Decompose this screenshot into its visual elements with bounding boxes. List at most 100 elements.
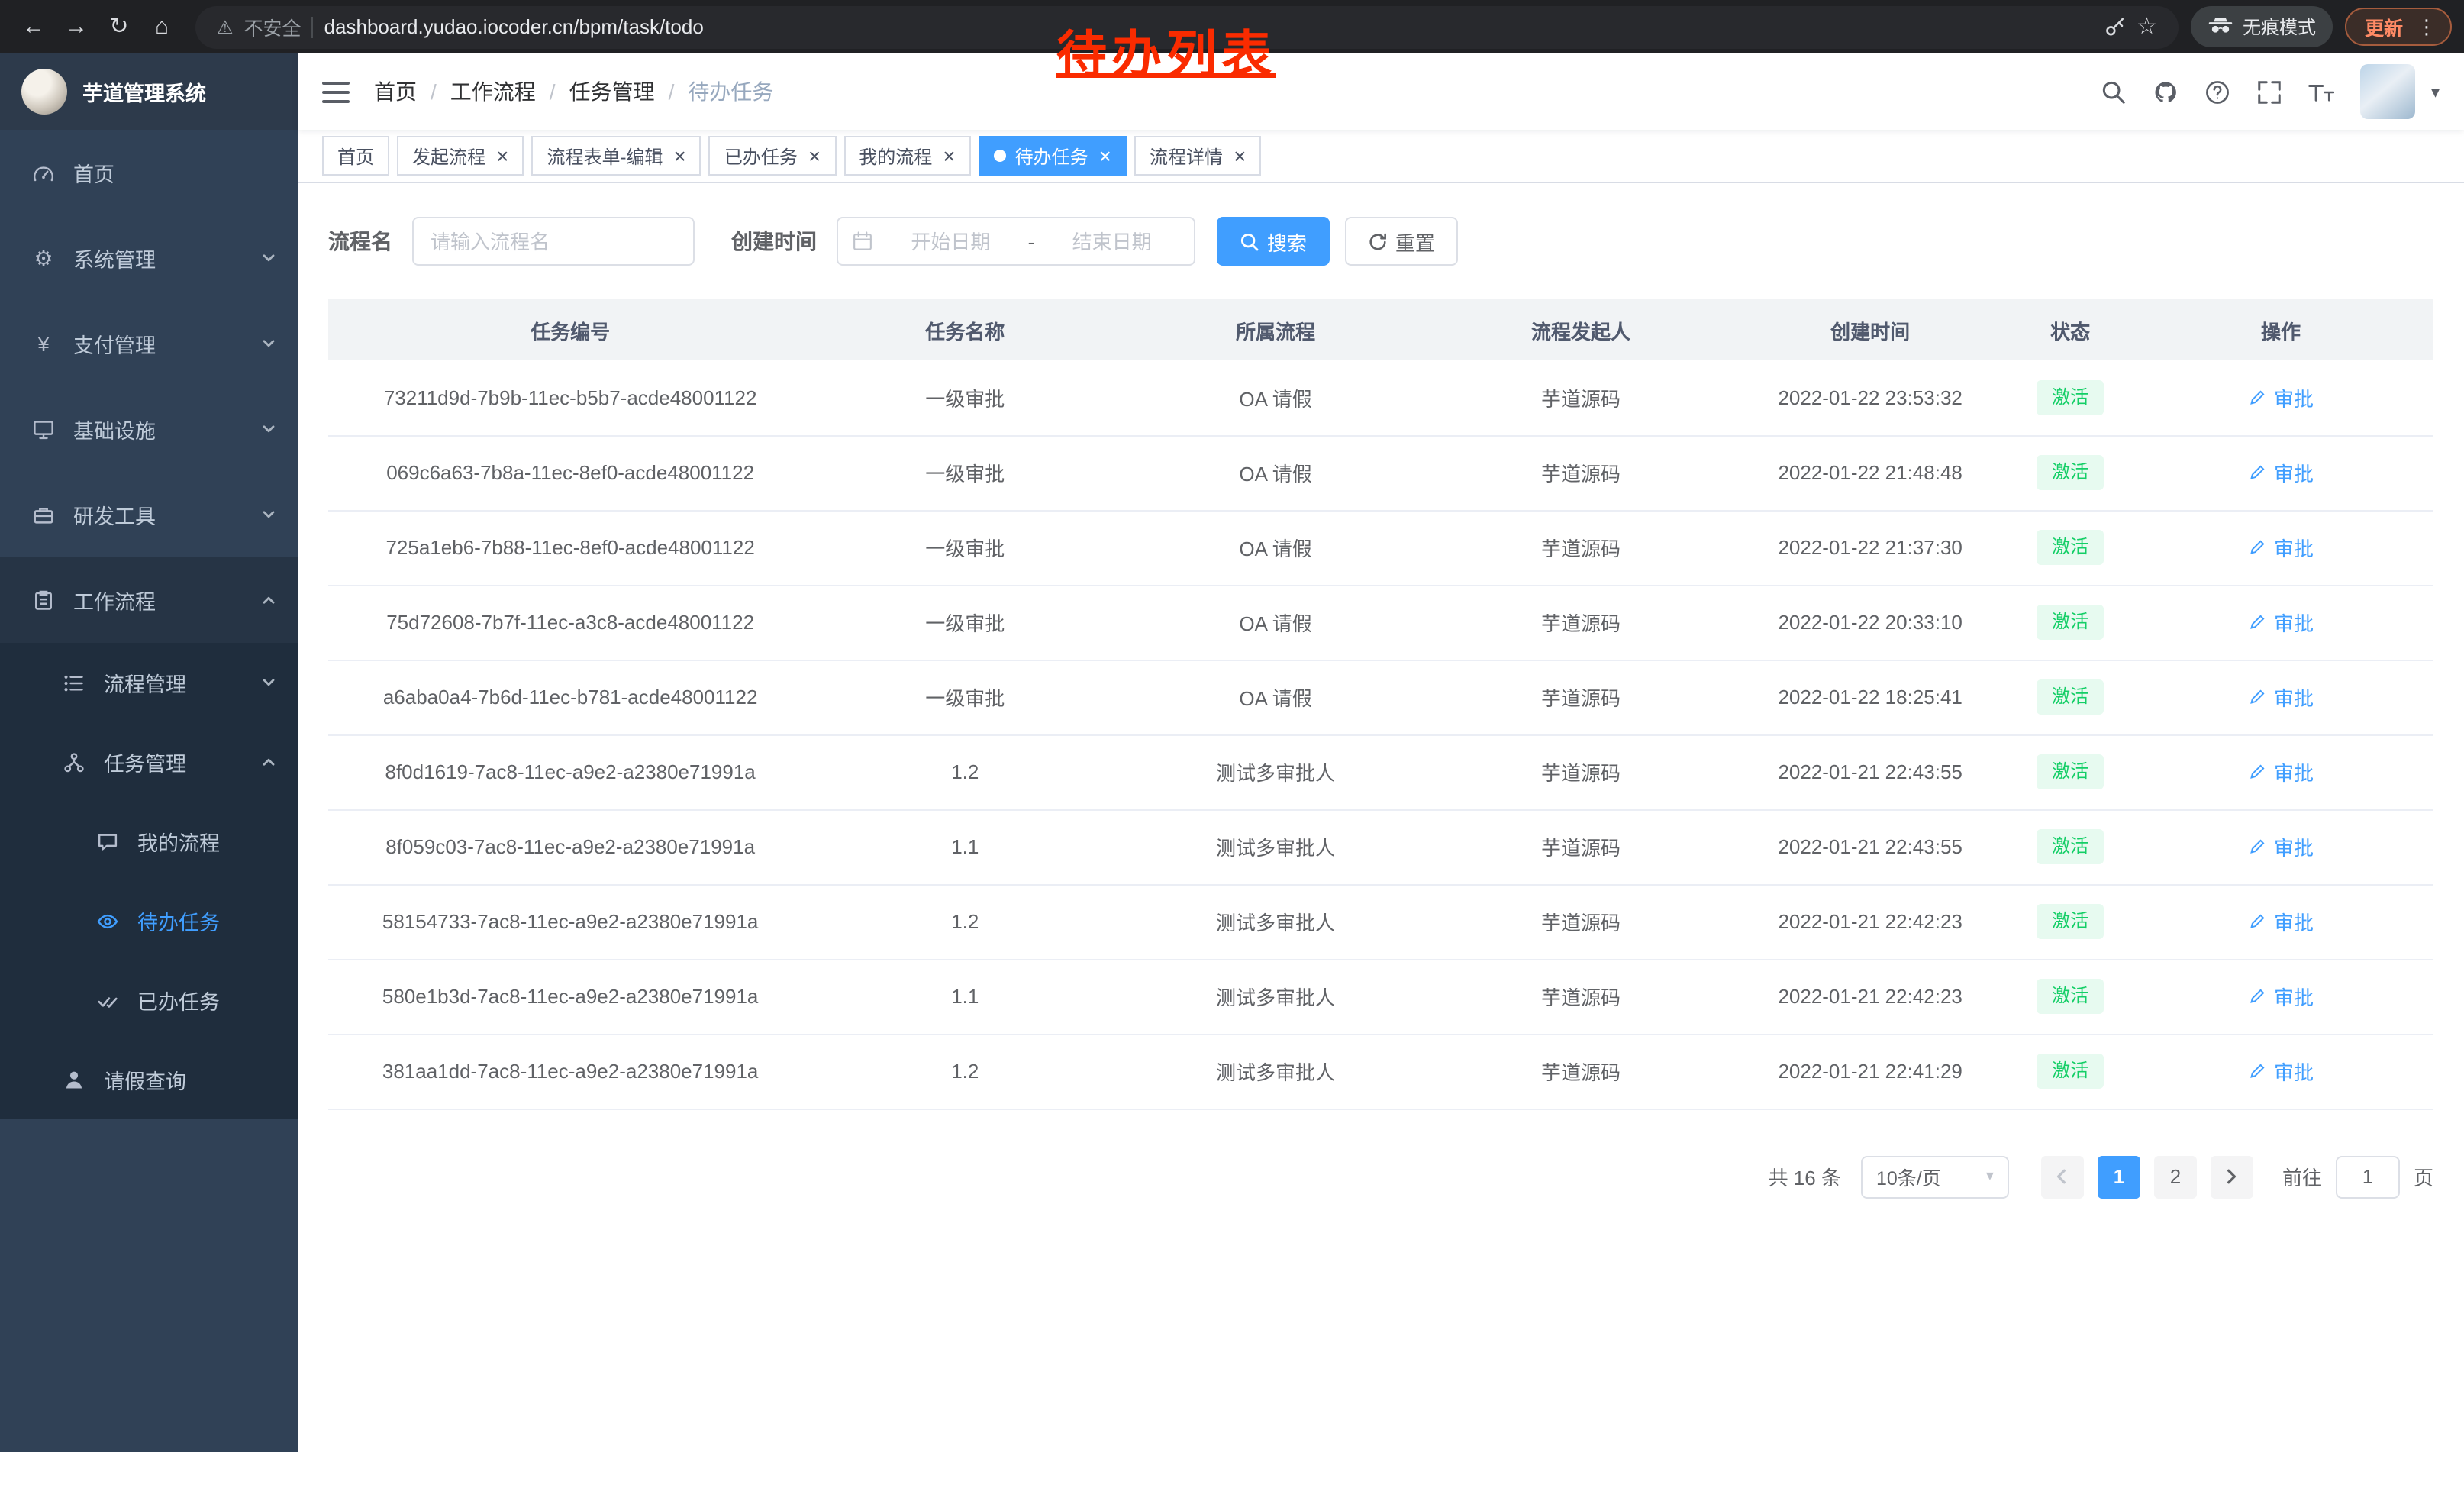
cell-starter: 芋道源码 <box>1434 660 1728 734</box>
col-status: 状态 <box>2012 299 2128 360</box>
main-panel: 首页 / 工作流程 / 任务管理 / 待办任务 <box>298 53 2464 1452</box>
edit-icon <box>2248 837 2268 857</box>
approve-link[interactable]: 审批 <box>2248 533 2314 562</box>
browser-back-icon[interactable]: ← <box>12 0 55 53</box>
breadcrumb-workflow[interactable]: 工作流程 <box>450 76 536 107</box>
avatar-caret-icon[interactable]: ▾ <box>2431 82 2440 102</box>
sidebar-item-task-mgmt[interactable]: 任务管理 <box>0 722 298 802</box>
reset-button[interactable]: 重置 <box>1345 217 1458 266</box>
table-row: 580e1b3d-7ac8-11ec-a9e2-a2380e71991a1.1测… <box>328 959 2433 1034</box>
cell-create-time: 2022-01-22 21:48:48 <box>1728 435 2012 510</box>
sidebar-item-payment[interactable]: ¥ 支付管理 <box>0 301 298 386</box>
sidebar-item-infra[interactable]: 基础设施 <box>0 386 298 472</box>
task-table-body: 73211d9d-7b9b-11ec-b5b7-acde48001122一级审批… <box>328 360 2433 1109</box>
end-date-input[interactable] <box>1043 230 1180 253</box>
browser-reload-icon[interactable]: ↻ <box>98 0 140 53</box>
sidebar-item-home[interactable]: 首页 <box>0 130 298 215</box>
app-window: 芋道管理系统 首页 ⚙ 系统管理 ¥ 支付管理 <box>0 53 2464 1452</box>
cell-starter: 芋道源码 <box>1434 884 1728 959</box>
sidebar-toggle-icon[interactable] <box>322 80 350 103</box>
cell-task-name: 一级审批 <box>812 585 1118 660</box>
process-name-input[interactable] <box>412 217 695 266</box>
breadcrumb-separator: / <box>550 79 556 104</box>
approve-link[interactable]: 审批 <box>2248 458 2314 487</box>
approve-link[interactable]: 审批 <box>2248 757 2314 786</box>
process-name-label: 流程名 <box>328 226 392 257</box>
menu-label: 系统管理 <box>73 243 261 273</box>
cell-action: 审批 <box>2128 585 2433 660</box>
approve-link[interactable]: 审批 <box>2248 683 2314 712</box>
cell-task-id: a6aba0a4-7b6d-11ec-b781-acde48001122 <box>328 660 812 734</box>
tab-close-icon[interactable]: × <box>496 148 508 163</box>
tab-item-0[interactable]: 首页 <box>322 136 389 176</box>
tab-close-icon[interactable]: × <box>1234 148 1246 163</box>
breadcrumb-task-mgmt[interactable]: 任务管理 <box>569 76 655 107</box>
approve-link[interactable]: 审批 <box>2248 982 2314 1011</box>
menu-label: 研发工具 <box>73 499 261 530</box>
chevron-down-icon <box>261 507 276 522</box>
sidebar-item-leave-query[interactable]: 请假查询 <box>0 1040 298 1119</box>
browser-forward-icon[interactable]: → <box>55 0 98 53</box>
table-row: 75d72608-7b7f-11ec-a3c8-acde48001122一级审批… <box>328 585 2433 660</box>
page-number-1[interactable]: 1 <box>2098 1155 2140 1198</box>
tab-item-6[interactable]: 流程详情× <box>1134 136 1261 176</box>
tab-item-1[interactable]: 发起流程× <box>397 136 524 176</box>
tab-close-icon[interactable]: × <box>943 148 955 163</box>
tab-item-5[interactable]: 待办任务× <box>979 136 1127 176</box>
prev-page-button[interactable] <box>2041 1155 2084 1198</box>
breadcrumb-home[interactable]: 首页 <box>374 76 417 107</box>
date-range-picker[interactable]: - <box>837 217 1195 266</box>
cell-process: 测试多审批人 <box>1118 959 1434 1034</box>
menu-label: 任务管理 <box>104 747 261 777</box>
workflow-submenu: 流程管理 任务管理 我的流程 <box>0 643 298 1119</box>
cell-create-time: 2022-01-21 22:43:55 <box>1728 734 2012 809</box>
browser-home-icon[interactable]: ⌂ <box>140 0 183 53</box>
github-icon[interactable] <box>2153 79 2179 105</box>
tab-close-icon[interactable]: × <box>1099 148 1111 163</box>
next-page-button[interactable] <box>2211 1155 2253 1198</box>
sidebar-item-done-task[interactable]: 已办任务 <box>0 960 298 1040</box>
sidebar-item-devtools[interactable]: 研发工具 <box>0 472 298 557</box>
status-badge: 激活 <box>2037 605 2104 640</box>
search-button[interactable]: 搜索 <box>1217 217 1330 266</box>
sidebar-item-todo-task[interactable]: 待办任务 <box>0 881 298 960</box>
cell-status: 激活 <box>2012 585 2128 660</box>
font-size-icon[interactable] <box>2309 79 2335 105</box>
sidebar-item-system[interactable]: ⚙ 系统管理 <box>0 215 298 301</box>
sidebar-item-my-process[interactable]: 我的流程 <box>0 802 298 881</box>
approve-label: 审批 <box>2274 533 2314 562</box>
user-avatar[interactable] <box>2361 64 2416 119</box>
fullscreen-icon[interactable] <box>2257 79 2283 105</box>
menu-label: 流程管理 <box>104 667 261 698</box>
bookmark-star-icon[interactable]: ☆ <box>2137 15 2157 38</box>
tab-item-3[interactable]: 已办任务× <box>709 136 836 176</box>
approve-link[interactable]: 审批 <box>2248 832 2314 861</box>
browser-update-button[interactable]: 更新 ⋮ <box>2345 8 2452 46</box>
sidebar-item-workflow[interactable]: 工作流程 <box>0 557 298 643</box>
help-icon[interactable] <box>2205 79 2231 105</box>
tab-item-4[interactable]: 我的流程× <box>843 136 970 176</box>
page-number-2[interactable]: 2 <box>2154 1155 2197 1198</box>
cell-starter: 芋道源码 <box>1434 959 1728 1034</box>
cell-starter: 芋道源码 <box>1434 1034 1728 1109</box>
goto-page-input[interactable] <box>2336 1155 2400 1198</box>
cell-action: 审批 <box>2128 660 2433 734</box>
browser-menu-icon[interactable]: ⋮ <box>2417 15 2437 39</box>
search-icon[interactable] <box>2101 79 2127 105</box>
approve-link[interactable]: 审批 <box>2248 1057 2314 1086</box>
tab-close-icon[interactable]: × <box>673 148 685 163</box>
sidebar-item-process-mgmt[interactable]: 流程管理 <box>0 643 298 722</box>
approve-link[interactable]: 审批 <box>2248 907 2314 936</box>
annotation-overlay: 待办列表 <box>1056 14 1276 87</box>
page-size-select[interactable]: 10条/页 ▾ <box>1861 1155 2009 1198</box>
approve-link[interactable]: 审批 <box>2248 608 2314 637</box>
status-badge: 激活 <box>2037 455 2104 490</box>
approve-link[interactable]: 审批 <box>2248 383 2314 412</box>
tab-item-2[interactable]: 流程表单-编辑× <box>531 136 701 176</box>
status-badge: 激活 <box>2037 829 2104 864</box>
cell-status: 激活 <box>2012 884 2128 959</box>
start-date-input[interactable] <box>882 230 1019 253</box>
cell-task-id: 381aa1dd-7ac8-11ec-a9e2-a2380e71991a <box>328 1034 812 1109</box>
tab-close-icon[interactable]: × <box>808 148 821 163</box>
password-key-icon[interactable] <box>2103 15 2126 38</box>
